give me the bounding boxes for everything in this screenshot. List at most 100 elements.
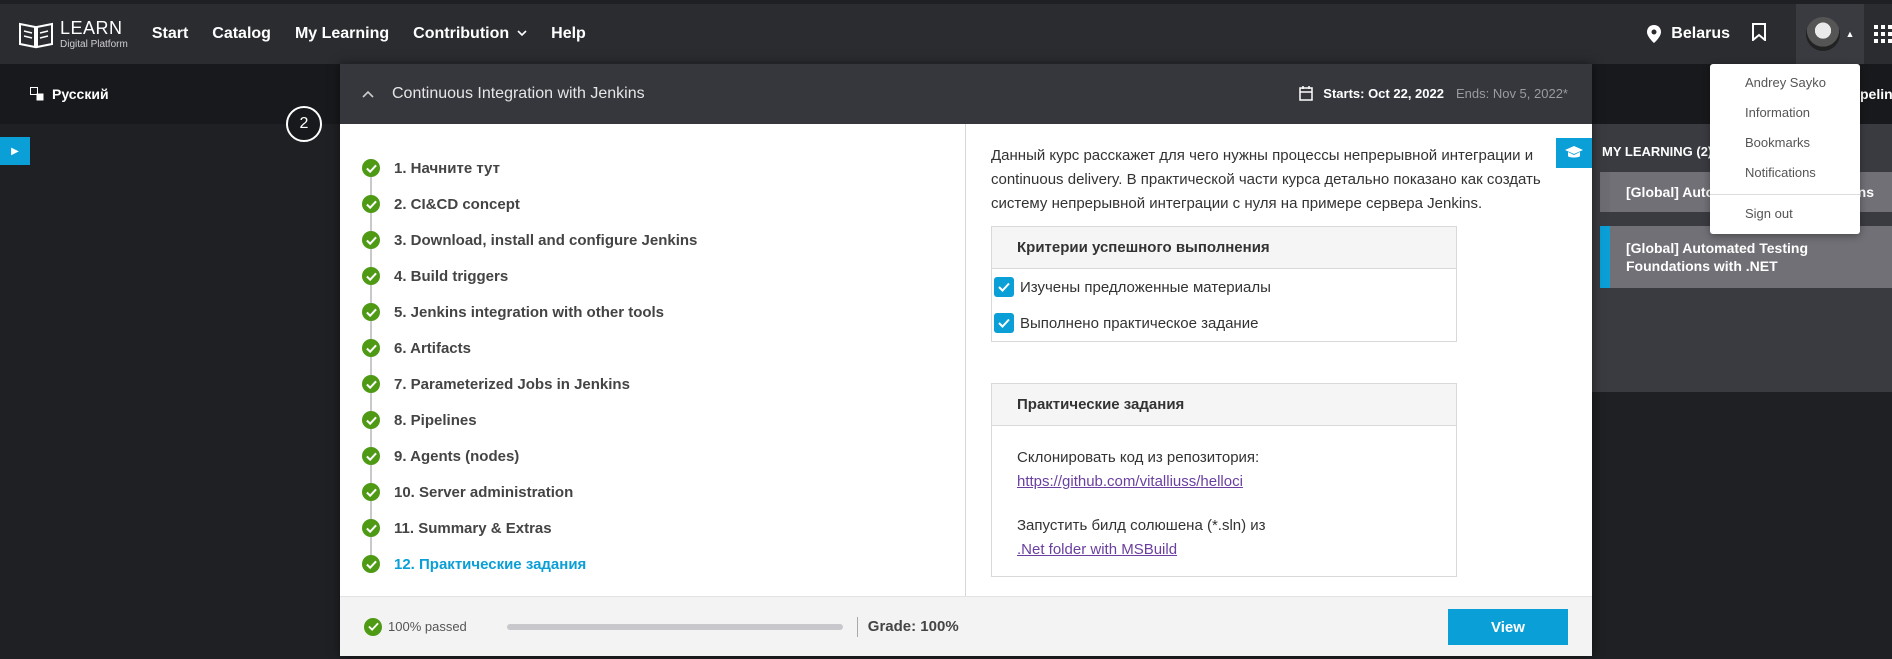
toc-item[interactable]: 10. Server administration xyxy=(362,474,965,519)
check-circle-icon xyxy=(362,555,380,573)
passed-label: 100% passed xyxy=(388,619,467,634)
checkbox-checked-icon xyxy=(994,313,1014,333)
toc-item-label: 1. Начните тут xyxy=(394,159,500,177)
check-circle-icon xyxy=(362,303,380,321)
lesson-content: Данный курс расскажет для чего нужны про… xyxy=(967,124,1592,596)
course-toc: 1. Начните тут 2. CI&CD concept 3. Downloa… xyxy=(340,124,966,596)
language-selector[interactable]: Русский xyxy=(30,86,109,102)
toc-item-label: 2. CI&CD concept xyxy=(394,195,520,213)
toc-item[interactable]: 5. Jenkins integration with other tools xyxy=(362,294,965,339)
criteria-item: Выполнено практическое задание xyxy=(992,305,1456,341)
main-nav: Start Catalog My Learning Contribution H… xyxy=(152,25,610,43)
caret-up-icon: ▲ xyxy=(1845,29,1855,39)
user-menu-toggle[interactable]: ▲ xyxy=(1796,4,1864,64)
logo[interactable]: LEARN Digital Platform xyxy=(18,18,128,50)
check-circle-icon xyxy=(362,375,380,393)
criteria-label: Изучены предложенные материалы xyxy=(1020,278,1271,296)
check-circle-icon xyxy=(362,159,380,177)
toc-item[interactable]: 6. Artifacts xyxy=(362,330,965,375)
background-tab-label: peline xyxy=(1860,86,1892,102)
graduation-cap-icon[interactable] xyxy=(1556,138,1592,168)
course-start-date: Starts: Oct 22, 2022 xyxy=(1323,86,1444,101)
toc-item-label: 7. Parameterized Jobs in Jenkins xyxy=(394,375,630,393)
menu-item-information[interactable]: Information xyxy=(1710,98,1860,128)
translate-icon xyxy=(30,87,44,101)
course-footer: 100% passed Grade: 100% View xyxy=(340,596,1592,656)
toc-item[interactable]: 1. Начните тут xyxy=(362,150,965,195)
check-circle-icon xyxy=(362,411,380,429)
item-indicator xyxy=(1600,226,1610,288)
course-modal: Continuous Integration with Jenkins Star… xyxy=(340,64,1592,656)
check-circle-icon xyxy=(364,617,382,636)
bookmark-icon[interactable] xyxy=(1752,22,1766,46)
view-button[interactable]: View xyxy=(1448,609,1568,645)
location-selector[interactable]: Belarus xyxy=(1647,25,1730,43)
criteria-title: Критерии успешного выполнения xyxy=(992,227,1456,269)
logo-title: LEARN xyxy=(60,17,123,38)
check-circle-icon xyxy=(362,483,380,501)
passed-status: 100% passed xyxy=(364,617,467,636)
toc-item-label: 8. Pipelines xyxy=(394,411,477,429)
menu-separator xyxy=(1710,194,1860,195)
toc-item[interactable]: 9. Agents (nodes) xyxy=(362,438,965,483)
item-indicator xyxy=(1600,172,1610,212)
menu-item-sign-out[interactable]: Sign out xyxy=(1710,199,1860,229)
divider xyxy=(856,616,858,637)
check-circle-icon xyxy=(362,195,380,213)
location-label: Belarus xyxy=(1671,25,1730,42)
user-name[interactable]: Andrey Sayko xyxy=(1710,68,1860,98)
nav-contribution[interactable]: Contribution xyxy=(413,25,527,43)
check-circle-icon xyxy=(362,519,380,537)
location-pin-icon xyxy=(1647,25,1662,43)
toc-item[interactable]: 4. Build triggers xyxy=(362,258,965,303)
checkbox-checked-icon xyxy=(994,277,1014,297)
book-logo-icon xyxy=(19,22,53,49)
chevron-right-icon: ▶ xyxy=(11,145,19,157)
collapse-chevron-icon[interactable] xyxy=(362,87,374,101)
progress-bar xyxy=(506,623,843,630)
apps-grid-icon[interactable] xyxy=(1874,25,1892,43)
toc-item-label: 6. Artifacts xyxy=(394,339,471,357)
my-learning-item-current[interactable]: [Global] Automated Testing Foundations w… xyxy=(1600,226,1892,288)
course-description: Данный курс расскажет для чего нужны про… xyxy=(991,147,1541,212)
criteria-label: Выполнено практическое задание xyxy=(1020,314,1259,332)
nav-contribution-label: Contribution xyxy=(413,25,510,42)
user-dropdown-menu: Andrey Sayko Information Bookmarks Notif… xyxy=(1710,64,1860,234)
toc-item[interactable]: 12. Практические задания xyxy=(362,546,965,582)
task-text: Запустить билд солюшена (*.sln) из xyxy=(1017,517,1266,534)
toc-item[interactable]: 11. Summary & Extras xyxy=(362,510,965,555)
check-circle-icon xyxy=(362,267,380,285)
msbuild-link[interactable]: .Net folder with MSBuild xyxy=(1017,541,1177,558)
toc-item[interactable]: 2. CI&CD concept xyxy=(362,186,965,231)
nav-my-learning[interactable]: My Learning xyxy=(295,25,389,43)
toc-item-label: 10. Server administration xyxy=(394,483,574,501)
task-text: Склонировать код из репозитория: xyxy=(1017,449,1260,466)
my-learning-item-label-end: ns xyxy=(1857,184,1874,200)
criteria-item: Изучены предложенные материалы xyxy=(992,269,1456,305)
menu-item-notifications[interactable]: Notifications xyxy=(1710,158,1860,188)
toc-item-label: 9. Agents (nodes) xyxy=(394,447,520,465)
check-circle-icon xyxy=(362,231,380,249)
nav-help[interactable]: Help xyxy=(551,25,586,43)
tasks-title: Практические задания xyxy=(992,384,1456,426)
logo-subtitle: Digital Platform xyxy=(60,38,128,50)
toc-item-label: 4. Build triggers xyxy=(394,267,509,285)
sidebar-expand-button[interactable]: ▶ xyxy=(0,137,30,165)
tasks-panel: Практические задания Склонировать код из… xyxy=(991,383,1457,577)
course-title: Continuous Integration with Jenkins xyxy=(392,85,645,102)
nav-start[interactable]: Start xyxy=(152,25,188,43)
chevron-down-icon xyxy=(517,28,527,40)
toc-item[interactable]: 7. Parameterized Jobs in Jenkins xyxy=(362,366,965,411)
calendar-icon xyxy=(1299,86,1314,101)
toc-item[interactable]: 8. Pipelines xyxy=(362,402,965,447)
menu-item-bookmarks[interactable]: Bookmarks xyxy=(1710,128,1860,158)
repository-link[interactable]: https://github.com/vitalliuss/helloci xyxy=(1017,473,1243,490)
toc-item[interactable]: 3. Download, install and configure Jenki… xyxy=(362,222,965,267)
progress-fill xyxy=(506,623,843,630)
toc-item-label: 5. Jenkins integration with other tools xyxy=(394,303,665,321)
check-circle-icon xyxy=(362,447,380,465)
course-dates: Starts: Oct 22, 2022 Ends: Nov 5, 2022* xyxy=(1299,86,1568,101)
step-indicator: 2 xyxy=(286,106,322,142)
nav-catalog[interactable]: Catalog xyxy=(212,25,271,43)
toc-item-label: 3. Download, install and configure Jenki… xyxy=(394,231,698,249)
